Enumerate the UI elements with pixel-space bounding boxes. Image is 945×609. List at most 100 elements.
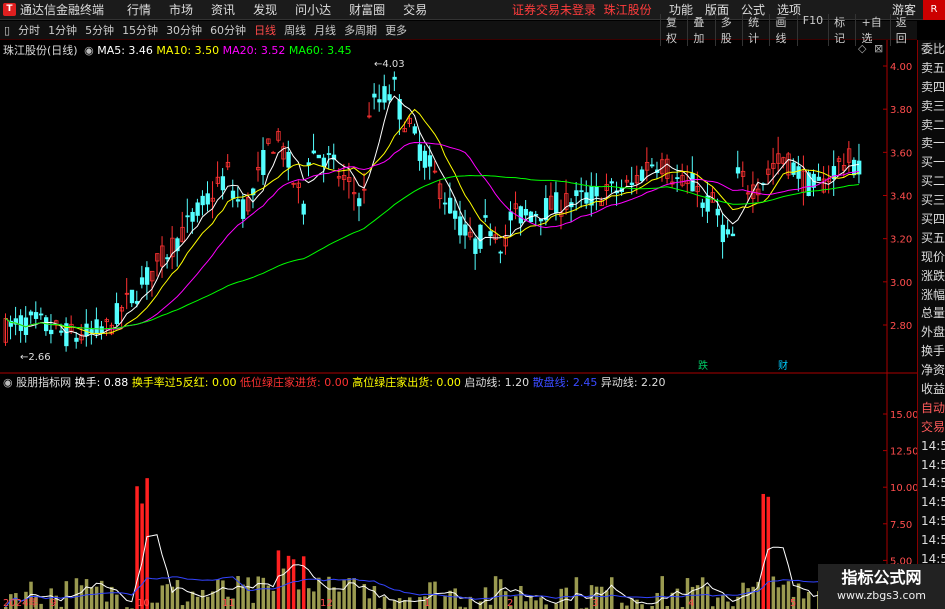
sidebar-item: 买二 xyxy=(921,174,945,189)
candle-body xyxy=(195,202,200,216)
volume-bar xyxy=(195,596,200,609)
sidebar-item: 总量 xyxy=(921,306,945,321)
date-label: 3 xyxy=(592,598,598,609)
volume-bar xyxy=(408,597,412,609)
volume-bar xyxy=(246,577,250,609)
volume-bar xyxy=(554,603,558,609)
sidebar-item: 净资 xyxy=(921,363,945,378)
candle-body xyxy=(49,329,54,335)
period-tab[interactable]: 周线 xyxy=(280,22,310,38)
candle-body xyxy=(261,150,266,175)
period-tab[interactable]: 30分钟 xyxy=(162,22,206,38)
period-tab[interactable]: 分时 xyxy=(14,22,44,38)
volume-bar xyxy=(397,598,402,609)
volume-bar xyxy=(660,576,664,609)
period-tab[interactable]: 1分钟 xyxy=(44,22,81,38)
volume-bar xyxy=(150,602,154,609)
price-tick-label: 3.20 xyxy=(890,235,912,246)
menu-item-trade[interactable]: 交易 xyxy=(394,1,436,18)
menu-item-quotes[interactable]: 行情 xyxy=(118,1,160,18)
sidebar-item: 14:56 xyxy=(921,495,945,510)
volume-bar xyxy=(534,600,538,609)
candle-body xyxy=(700,202,705,208)
period-tab[interactable]: 月线 xyxy=(310,22,340,38)
volume-bar xyxy=(89,587,94,609)
volume-bar xyxy=(493,576,498,609)
login-notice[interactable]: 证券交易未登录 珠江股份 xyxy=(512,1,652,18)
sidebar-item: 买五 xyxy=(921,230,945,245)
volume-bar xyxy=(640,604,644,609)
volume-tick-label: 10.00 xyxy=(890,483,917,494)
volume-bar xyxy=(175,580,180,609)
period-tab[interactable]: 5分钟 xyxy=(81,22,118,38)
price-tick-label: 3.40 xyxy=(890,192,912,203)
menu-item-wealth[interactable]: 财富圈 xyxy=(340,1,394,18)
event-marker[interactable]: 财 xyxy=(778,359,788,372)
volume-bar xyxy=(342,580,346,609)
candle-body xyxy=(518,206,523,224)
volume-bar xyxy=(599,586,604,609)
volume-bar xyxy=(705,586,710,609)
candle-body xyxy=(725,229,731,235)
candle-body xyxy=(357,198,362,207)
menu-item-discover[interactable]: 发现 xyxy=(244,1,286,18)
candle-body xyxy=(574,190,579,197)
volume-bar xyxy=(241,584,245,609)
kline-chart[interactable]: 4.00 3.80 3.60 3.40 3.20 3.00 2.80 15.00 12.50 10… xyxy=(0,40,917,609)
volume-bar xyxy=(761,493,765,609)
menu-item-market[interactable]: 市场 xyxy=(160,1,202,18)
volume-ma-line xyxy=(5,534,859,608)
volume-bar xyxy=(635,599,639,609)
sidebar-item: 涨跌 xyxy=(921,268,945,283)
volume-bar xyxy=(105,601,109,609)
candle-body xyxy=(311,150,316,154)
period-tab-active[interactable]: 日线 xyxy=(250,22,280,38)
candle-body xyxy=(594,186,599,197)
period-tab-more[interactable]: 更多 xyxy=(381,22,411,38)
volume-tick-label: 12.50 xyxy=(890,447,917,458)
candle-body xyxy=(523,208,529,216)
menu-item-news[interactable]: 资讯 xyxy=(202,1,244,18)
candle-body xyxy=(89,329,94,334)
candle-body xyxy=(372,93,377,98)
volume-bar xyxy=(418,597,422,609)
sidebar-item: 收益 xyxy=(921,382,945,397)
volume-bar xyxy=(251,602,255,609)
volume-bar xyxy=(564,587,569,609)
volume-bar xyxy=(781,584,786,609)
candle-body xyxy=(816,176,821,181)
candle-body xyxy=(392,76,397,80)
volume-bar xyxy=(806,591,811,609)
candle-body xyxy=(730,233,736,237)
volume-bar xyxy=(216,579,220,609)
volume-bar xyxy=(519,585,523,609)
candle-body xyxy=(554,192,559,214)
candle-body xyxy=(377,99,382,103)
period-tab[interactable]: 60分钟 xyxy=(206,22,250,38)
volume-bar xyxy=(276,550,281,609)
volume-bar xyxy=(544,604,548,609)
event-marker[interactable]: 跌 xyxy=(698,359,708,372)
candle-body xyxy=(629,182,635,186)
period-tab[interactable]: 多周期 xyxy=(340,22,381,38)
candle-body xyxy=(675,177,680,180)
r-button[interactable]: R xyxy=(923,0,945,20)
volume-bar xyxy=(271,590,276,609)
menu-item-ask[interactable]: 问小达 xyxy=(286,1,340,18)
candle-body xyxy=(74,337,79,342)
volume-bar xyxy=(746,588,750,609)
collapse-icon[interactable]: ▯ xyxy=(0,24,14,37)
volume-bar xyxy=(620,602,624,609)
date-label: 2024年 xyxy=(3,596,38,609)
candle-body xyxy=(205,193,210,205)
candle-body xyxy=(478,224,483,249)
candle-body xyxy=(230,190,236,199)
volume-bar xyxy=(301,556,306,609)
period-tab[interactable]: 15分钟 xyxy=(118,22,162,38)
sidebar-item: 卖三 xyxy=(921,98,945,113)
candle-body xyxy=(412,126,417,134)
date-label: 4 xyxy=(688,598,694,609)
volume-tick-label: 15.00 xyxy=(890,410,917,421)
volume-bar xyxy=(372,586,377,609)
volume-bar xyxy=(261,577,266,609)
